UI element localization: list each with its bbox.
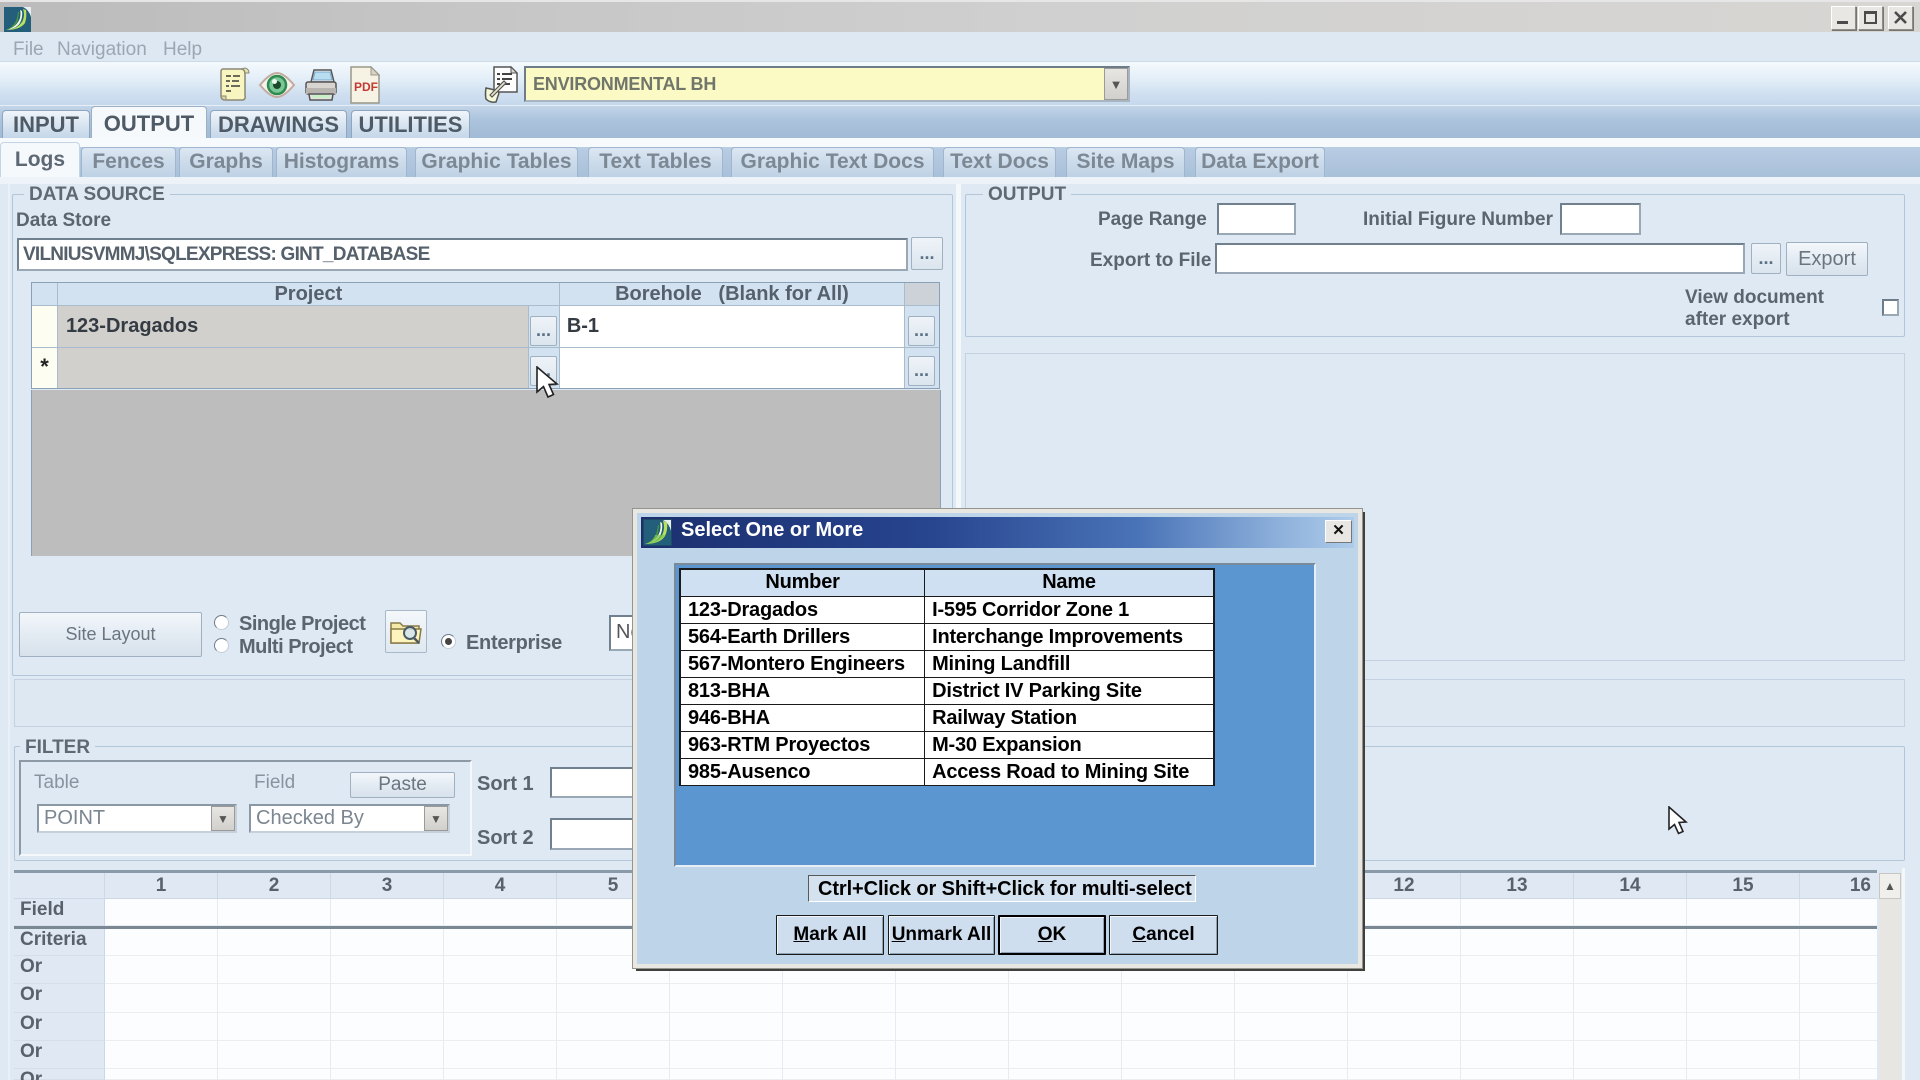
svg-text:PDF: PDF <box>354 80 378 94</box>
